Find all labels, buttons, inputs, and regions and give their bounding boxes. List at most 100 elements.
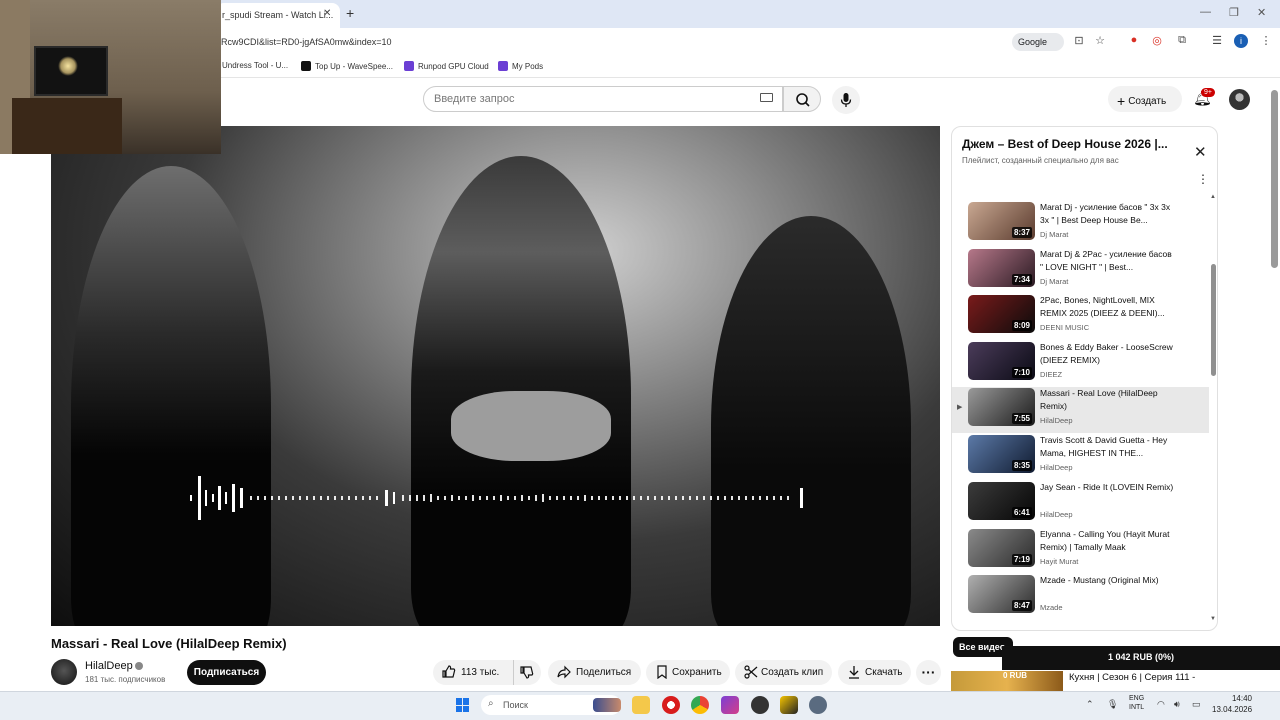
chevron-up-icon[interactable]: ⌃ (1086, 699, 1094, 710)
download-button[interactable]: Скачать (838, 660, 911, 685)
more-vert-icon[interactable]: ⋮ (1197, 172, 1209, 186)
install-icon[interactable]: ⊡ (1072, 34, 1086, 48)
create-label: Создать (1128, 96, 1167, 107)
avatar[interactable] (1229, 89, 1250, 110)
browser-menu-icon[interactable]: ⋮ (1259, 34, 1273, 48)
clock[interactable]: 14:40 13.04.2026 (1212, 693, 1252, 715)
dislike-button[interactable] (513, 660, 541, 685)
item-channel: DIEEZ (1040, 370, 1063, 379)
bookmark-star-icon[interactable]: ☆ (1093, 34, 1107, 48)
playlist-item[interactable]: 8:37 Marat Dj - усиление басов " 3х 3х 3… (952, 201, 1209, 247)
mic-icon[interactable]: 🎙︎ (1107, 699, 1118, 710)
now-playing-icon: ▶ (957, 404, 963, 411)
video-thumbnail: 7:55 (968, 388, 1035, 426)
mic-icon (840, 93, 852, 107)
tab-close-icon[interactable]: ✕ (323, 8, 331, 19)
voice-search-button[interactable] (832, 86, 860, 114)
playlist-item[interactable]: 7:19 Elyanna - Calling You (Hayit Murat … (952, 528, 1209, 574)
save-button[interactable]: Сохранить (646, 660, 730, 685)
tab-active[interactable]: r_spudi Stream - Watch Li... (216, 3, 340, 28)
next-video-title[interactable]: Кухня | Сезон 6 | Серия 111 - (1069, 672, 1195, 683)
playlist-title[interactable]: Джем – Best of Deep House 2026 |... (962, 137, 1182, 151)
scroll-up-icon[interactable]: ▲ (1210, 194, 1216, 200)
restore-icon[interactable]: ❐ (1229, 6, 1239, 19)
file-explorer-icon[interactable] (632, 696, 650, 714)
share-icon (557, 665, 571, 679)
save-icon (657, 665, 667, 679)
share-button[interactable]: Поделиться (548, 660, 641, 685)
channel-avatar[interactable] (51, 659, 77, 685)
new-tab-button[interactable]: + (346, 5, 354, 21)
bookmark-item[interactable]: Top Up - WaveSpee... (301, 61, 393, 71)
app-icon[interactable] (751, 696, 769, 714)
playlist-subtitle: Плейлист, созданный специально для вас (962, 156, 1119, 165)
video-thumbnail: 7:10 (968, 342, 1035, 380)
item-title: Jay Sean - Ride It (LOVEIN Remix) (1040, 482, 1174, 492)
item-title: Massari - Real Love (HilalDeep Remix) (1040, 388, 1158, 411)
profile-icon[interactable]: i (1234, 34, 1248, 48)
item-title: Mzade - Mustang (Original Mix) (1040, 575, 1159, 585)
thumbs-up-icon (442, 665, 456, 678)
playlist-item[interactable]: 8:47 Mzade - Mustang (Original Mix) Mzad… (952, 574, 1209, 620)
playlist-item[interactable]: 8:35 Travis Scott & David Guetta - Hey M… (952, 434, 1209, 480)
video-player[interactable] (51, 126, 940, 626)
download-icon (849, 666, 859, 679)
playlist-item[interactable]: 6:41 Jay Sean - Ride It (LOVEIN Remix) H… (952, 481, 1209, 527)
extensions-puzzle-icon[interactable]: ⧉ (1175, 34, 1189, 48)
scissors-icon (744, 665, 758, 679)
audio-visualizer (190, 476, 803, 520)
widget-icon[interactable] (593, 698, 621, 712)
clock-date: 13.04.2026 (1212, 705, 1253, 714)
playlist-item[interactable]: 7:10 Bones & Eddy Baker - LooseScrew (DI… (952, 341, 1209, 387)
scroll-down-icon[interactable]: ▼ (1210, 616, 1216, 622)
url-text[interactable]: Rcw9CDI&list=RD0-jgAfSA0mw&index=10 (221, 37, 392, 47)
google-chip-label: Google (1018, 37, 1048, 47)
donation-banner: 1 042 RUB (0%) (1002, 646, 1280, 670)
more-actions-icon[interactable]: ··· (916, 660, 941, 685)
keyboard-icon[interactable] (760, 93, 773, 102)
video-thumbnail: 6:41 (968, 482, 1035, 520)
google-lens-chip[interactable]: Google (1012, 33, 1064, 51)
save-label: Сохранить (672, 667, 722, 678)
subscribe-button[interactable]: Подписаться (187, 660, 266, 685)
channel-name[interactable]: HilalDeep (85, 660, 133, 672)
wifi-icon[interactable]: ◠ (1157, 699, 1165, 710)
playlist-item-current[interactable]: ▶ 7:55 Massari - Real Love (HilalDeep Re… (952, 387, 1209, 433)
settings-icon[interactable] (809, 696, 827, 714)
like-button[interactable]: 113 тыс. (433, 660, 513, 685)
language-indicator[interactable]: ENG INTL (1129, 694, 1144, 712)
video-thumbnail: 7:34 (968, 249, 1035, 287)
playlist-scrollbar[interactable] (1211, 264, 1216, 376)
search-input[interactable]: Введите запрос (423, 86, 783, 112)
search-button[interactable] (783, 86, 821, 112)
thumbs-down-icon (520, 666, 534, 679)
battery-icon[interactable]: ▭ (1192, 699, 1201, 710)
bookmark-item[interactable]: My Pods (498, 61, 543, 71)
start-button[interactable] (456, 698, 470, 712)
item-channel: Dj Marat (1040, 230, 1069, 239)
chrome-icon[interactable] (691, 696, 709, 714)
playlist-item[interactable]: 8:09 2Pac, Bones, NightLovell, MIX REMIX… (952, 294, 1209, 340)
bookmark-item[interactable]: Undress Tool - U... (222, 61, 288, 70)
close-icon[interactable]: ✕ (1194, 143, 1207, 161)
opera-ext-icon[interactable]: ◎ (1150, 34, 1164, 48)
video-thumbnail: 7:19 (968, 529, 1035, 567)
extension-icon[interactable]: ● (1127, 34, 1141, 48)
verified-icon (135, 662, 143, 670)
next-donation-amount: 0 RUB (1003, 671, 1028, 680)
app-icon[interactable] (780, 696, 798, 714)
page-scrollbar[interactable] (1271, 90, 1278, 268)
close-window-icon[interactable]: ✕ (1257, 6, 1266, 19)
create-button[interactable]: + Создать (1108, 86, 1182, 112)
video-thumbnail: 8:47 (968, 575, 1035, 613)
app-icon[interactable] (721, 696, 739, 714)
item-channel: Mzade (1040, 603, 1063, 612)
reading-list-icon[interactable]: ☰ (1210, 34, 1224, 48)
lang-layout: INTL (1129, 704, 1145, 711)
clip-button[interactable]: Создать клип (735, 660, 832, 685)
minimize-icon[interactable]: — (1200, 6, 1211, 18)
volume-icon[interactable]: 🔊︎ (1174, 699, 1180, 710)
opera-icon[interactable] (662, 696, 680, 714)
playlist-item[interactable]: 7:34 Marat Dj & 2Pac - усиление басов " … (952, 248, 1209, 294)
bookmark-item[interactable]: Runpod GPU Cloud (404, 61, 489, 71)
